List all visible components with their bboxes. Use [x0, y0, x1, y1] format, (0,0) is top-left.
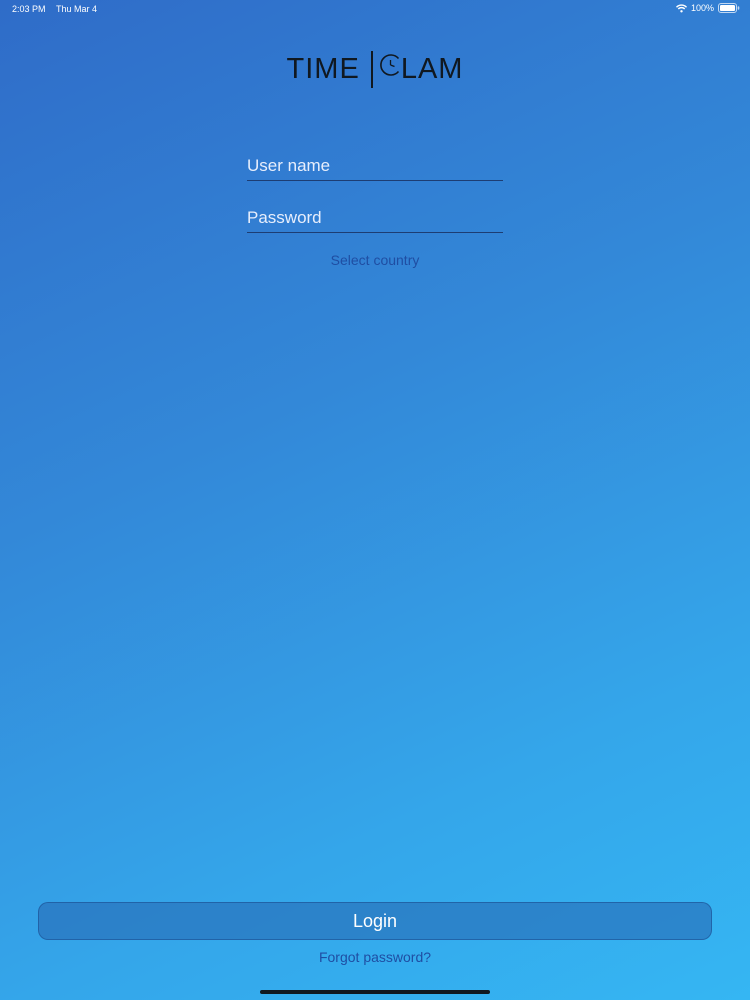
login-button[interactable]: Login [38, 902, 712, 940]
battery-percentage: 100% [690, 3, 714, 13]
logo-divider [370, 50, 373, 88]
home-indicator [260, 990, 490, 994]
select-country-link[interactable]: Select country [0, 252, 750, 268]
wifi-icon [675, 3, 687, 13]
forgot-password-link[interactable]: Forgot password? [0, 949, 750, 965]
logo-text-time: TIME [286, 52, 360, 85]
username-field[interactable] [247, 152, 503, 181]
battery-icon [718, 3, 740, 13]
status-bar: 2:03 PM Thu Mar 4 100% [0, 0, 750, 18]
status-date: Thu Mar 4 [56, 4, 98, 14]
password-input[interactable] [247, 204, 503, 232]
logo-text-lam: LAM [400, 52, 464, 85]
login-button-label: Login [352, 910, 398, 931]
timeclam-logo: TIME LAM [0, 50, 750, 88]
username-input[interactable] [247, 152, 503, 180]
password-field[interactable] [247, 204, 503, 233]
clock-icon [379, 52, 403, 86]
status-indicators: 100% [675, 3, 740, 13]
status-time: 2:03 PM [12, 4, 46, 14]
